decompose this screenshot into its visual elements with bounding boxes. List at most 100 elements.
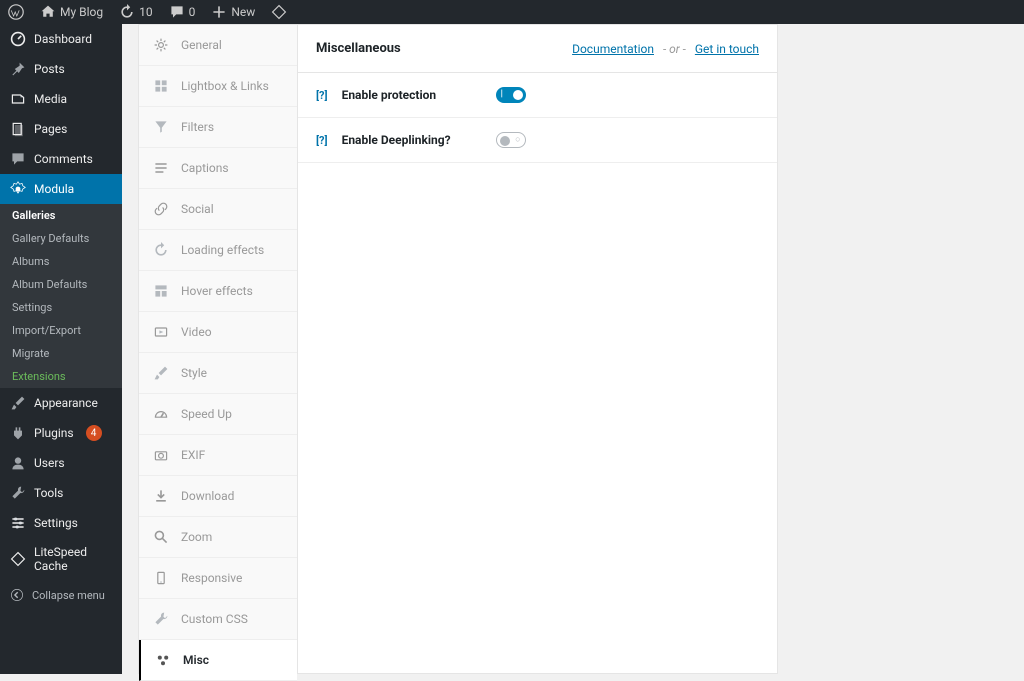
sidebar-item-plugins[interactable]: Plugins 4: [0, 418, 122, 448]
mobile-icon: [153, 570, 169, 586]
help-icon[interactable]: [?]: [316, 89, 328, 102]
wrench-icon: [153, 611, 169, 627]
comments-count-label: 0: [189, 5, 196, 19]
sidebar-item-label: Posts: [34, 62, 65, 76]
play-icon: [153, 324, 169, 340]
sidebar-item-litespeed[interactable]: LiteSpeed Cache: [0, 538, 122, 580]
tab-exif[interactable]: EXIF: [139, 435, 297, 476]
setting-enable-protection: [?] Enable protection |: [298, 73, 777, 118]
camera-icon: [153, 447, 169, 463]
contact-link[interactable]: Get in touch: [695, 42, 759, 56]
pin-icon: [10, 61, 26, 77]
text-icon: [153, 160, 169, 176]
submenu-settings[interactable]: Settings: [0, 296, 122, 319]
plugin-icon: [10, 425, 26, 441]
toggle-enable-deeplinking[interactable]: ○: [496, 132, 526, 148]
submenu-extensions[interactable]: Extensions: [0, 365, 122, 388]
separator: - or -: [663, 42, 686, 56]
dots-icon: [155, 652, 171, 668]
updates[interactable]: 10: [119, 4, 153, 20]
gear-icon: [10, 181, 26, 197]
tab-responsive[interactable]: Responsive: [139, 558, 297, 599]
sidebar-item-settings[interactable]: Settings: [0, 508, 122, 538]
panel-title: Miscellaneous: [316, 41, 401, 56]
tab-hover[interactable]: Hover effects: [139, 271, 297, 312]
new-content[interactable]: New: [211, 4, 255, 20]
filter-icon: [153, 119, 169, 135]
content-area: General Lightbox & Links Filters Caption…: [122, 24, 1024, 674]
site-name-label: My Blog: [60, 5, 103, 19]
tab-style[interactable]: Style: [139, 353, 297, 394]
sidebar-item-label: LiteSpeed Cache: [34, 545, 112, 573]
tab-video[interactable]: Video: [139, 312, 297, 353]
sidebar-item-label: Appearance: [34, 396, 98, 410]
submenu-albums[interactable]: Albums: [0, 250, 122, 273]
tab-misc[interactable]: Misc: [139, 640, 297, 681]
tab-social[interactable]: Social: [139, 189, 297, 230]
tab-zoom[interactable]: Zoom: [139, 517, 297, 558]
sidebar-item-label: Users: [34, 456, 65, 470]
tab-label: Zoom: [181, 530, 212, 544]
sidebar-item-appearance[interactable]: Appearance: [0, 388, 122, 418]
tab-filters[interactable]: Filters: [139, 107, 297, 148]
download-icon: [153, 488, 169, 504]
sliders-icon: [10, 515, 26, 531]
sidebar-item-posts[interactable]: Posts: [0, 54, 122, 84]
sidebar-item-label: Plugins: [34, 426, 74, 440]
setting-label: Enable protection: [342, 88, 482, 102]
panel-links: Documentation - or - Get in touch: [572, 42, 759, 56]
comments-count[interactable]: 0: [169, 4, 196, 20]
sidebar-item-users[interactable]: Users: [0, 448, 122, 478]
tab-label: Loading effects: [181, 243, 264, 257]
documentation-link[interactable]: Documentation: [572, 42, 654, 56]
sidebar-item-media[interactable]: Media: [0, 84, 122, 114]
settings-tabs: General Lightbox & Links Filters Caption…: [138, 24, 298, 674]
main-panel: Miscellaneous Documentation - or - Get i…: [298, 24, 778, 674]
dashboard-icon: [10, 31, 26, 47]
sidebar-item-label: Modula: [34, 182, 74, 196]
toggle-enable-protection[interactable]: |: [496, 87, 526, 103]
collapse-menu[interactable]: Collapse menu: [0, 580, 122, 610]
diamond-icon[interactable]: [271, 4, 287, 20]
comments-icon: [10, 151, 26, 167]
tab-lightbox[interactable]: Lightbox & Links: [139, 66, 297, 107]
tab-speedup[interactable]: Speed Up: [139, 394, 297, 435]
tab-loading[interactable]: Loading effects: [139, 230, 297, 271]
tab-captions[interactable]: Captions: [139, 148, 297, 189]
diamond-icon: [10, 551, 26, 567]
submenu-migrate[interactable]: Migrate: [0, 342, 122, 365]
wp-logo[interactable]: [8, 4, 24, 20]
sidebar-item-comments[interactable]: Comments: [0, 144, 122, 174]
collapse-icon: [10, 588, 24, 602]
submenu-import-export[interactable]: Import/Export: [0, 319, 122, 342]
sidebar-item-label: Media: [34, 92, 67, 106]
tab-label: Hover effects: [181, 284, 253, 298]
site-name[interactable]: My Blog: [40, 4, 103, 20]
sidebar-item-dashboard[interactable]: Dashboard: [0, 24, 122, 54]
layout-icon: [153, 283, 169, 299]
sidebar-item-label: Tools: [34, 486, 63, 500]
brush-icon: [153, 365, 169, 381]
tab-download[interactable]: Download: [139, 476, 297, 517]
setting-label: Enable Deeplinking?: [342, 133, 482, 147]
tab-general[interactable]: General: [139, 25, 297, 66]
sidebar-item-tools[interactable]: Tools: [0, 478, 122, 508]
sidebar-item-pages[interactable]: Pages: [0, 114, 122, 144]
new-label: New: [231, 5, 255, 19]
sidebar-item-modula[interactable]: Modula: [0, 174, 122, 204]
help-icon[interactable]: [?]: [316, 134, 328, 147]
tab-label: Custom CSS: [181, 612, 248, 626]
search-icon: [153, 529, 169, 545]
tab-label: Social: [181, 202, 214, 216]
tab-label: General: [181, 38, 222, 52]
updates-count: 10: [139, 5, 153, 19]
plugins-badge: 4: [86, 425, 102, 441]
submenu-galleries[interactable]: Galleries: [0, 204, 122, 227]
submenu-album-defaults[interactable]: Album Defaults: [0, 273, 122, 296]
wrench-icon: [10, 485, 26, 501]
tab-label: Speed Up: [181, 407, 232, 421]
collapse-label: Collapse menu: [32, 589, 105, 602]
tab-customcss[interactable]: Custom CSS: [139, 599, 297, 640]
setting-enable-deeplinking: [?] Enable Deeplinking? ○: [298, 118, 777, 163]
submenu-gallery-defaults[interactable]: Gallery Defaults: [0, 227, 122, 250]
